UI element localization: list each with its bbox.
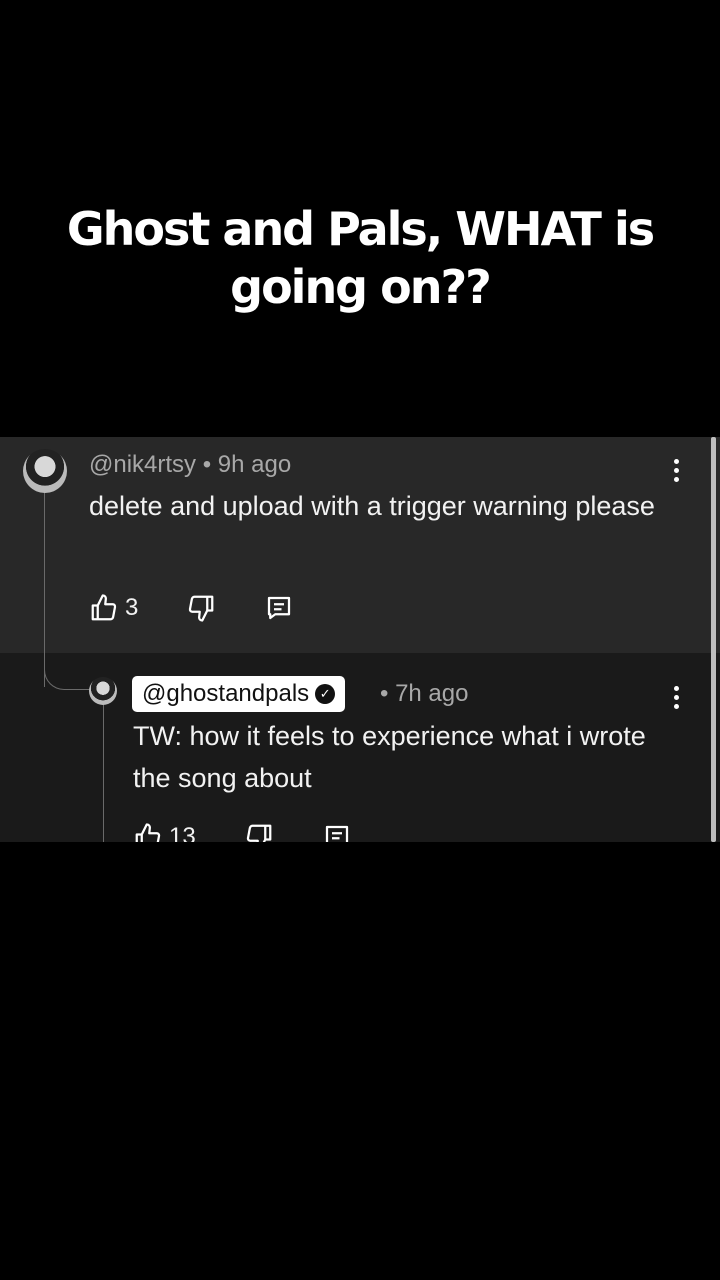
- timestamp: • 7h ago: [380, 680, 469, 707]
- thumbs-up-icon: [135, 823, 161, 842]
- dislike-button[interactable]: [244, 822, 274, 842]
- dislike-button[interactable]: [186, 593, 216, 623]
- reply-button[interactable]: [322, 822, 352, 842]
- thumbs-up-icon: [91, 594, 117, 621]
- thumbs-down-icon: [246, 824, 272, 842]
- reply-button[interactable]: [264, 593, 294, 623]
- like-count: 3: [125, 594, 139, 621]
- verified-icon: ✓: [315, 684, 336, 704]
- avatar[interactable]: [23, 449, 67, 493]
- scrollbar[interactable]: [711, 437, 716, 842]
- caption-line-1: Ghost and Pals, WHAT is: [66, 202, 655, 256]
- timestamp: • 9h ago: [202, 451, 292, 478]
- more-options-icon[interactable]: [672, 686, 680, 709]
- like-button[interactable]: 13: [133, 822, 196, 842]
- comment-text: TW: how it feels to experience what i wr…: [133, 721, 646, 793]
- avatar[interactable]: [89, 677, 117, 705]
- thumbs-down-icon: [189, 595, 214, 622]
- reply-icon: [325, 825, 348, 842]
- like-count: 13: [169, 823, 196, 842]
- more-options-icon[interactable]: [672, 459, 680, 482]
- comment-meta: @nik4rtsy • 9h ago: [89, 451, 291, 479]
- comment-actions: 3: [89, 593, 342, 623]
- username: @ghostandpals: [142, 680, 310, 707]
- reply-thread-line: [103, 702, 104, 842]
- username[interactable]: @nik4rtsy: [89, 451, 196, 478]
- like-button[interactable]: 3: [89, 593, 138, 623]
- thread-line: [44, 487, 45, 687]
- comment-actions: 13: [133, 822, 400, 842]
- reply-icon: [268, 596, 291, 620]
- creator-badge[interactable]: @ghostandpals ✓: [132, 676, 346, 712]
- video-caption: Ghost and Pals, WHAT is going on??: [20, 200, 700, 316]
- comment-text: delete and upload with a trigger warning…: [89, 491, 655, 521]
- comment-panel: @nik4rtsy • 9h ago delete and upload wit…: [0, 437, 720, 842]
- caption-line-2: going on??: [230, 260, 492, 314]
